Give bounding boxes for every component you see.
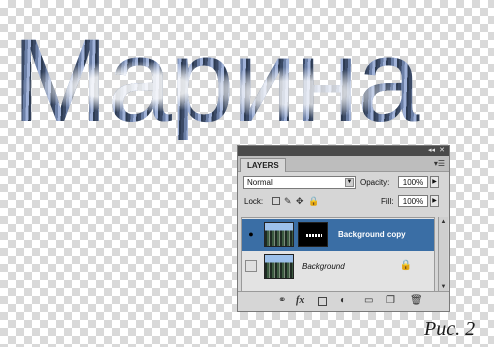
layers-list: ● Background copy Background 🔒 (241, 217, 435, 293)
layer-row-background-copy[interactable]: ● Background copy (242, 219, 434, 251)
add-mask-icon[interactable] (318, 297, 327, 306)
lock-all-icon[interactable]: 🔒 (308, 196, 319, 207)
blend-mode-select[interactable]: Normal ▼ (243, 176, 356, 189)
close-icon[interactable]: ✕ (439, 147, 445, 155)
fill-arrow-icon[interactable]: ▶ (430, 195, 439, 207)
scroll-up-icon[interactable]: ▲ (439, 218, 448, 227)
panel-menu-icon[interactable]: ▾☰ (434, 159, 445, 168)
layer-mask-thumbnail[interactable] (298, 222, 328, 247)
layer-thumbnail (264, 254, 294, 279)
eye-icon[interactable]: ● (245, 228, 257, 240)
opacity-field[interactable]: 100% (398, 176, 428, 188)
lock-icon: 🔒 (399, 260, 412, 271)
layers-scrollbar[interactable]: ▲ ▼ (438, 217, 448, 293)
chevron-down-icon[interactable]: ▼ (345, 178, 354, 187)
fill-label: Fill: (381, 197, 394, 206)
lock-transparent-icon[interactable] (272, 197, 280, 205)
lock-move-icon[interactable]: ✥ (296, 196, 304, 207)
layer-thumbnail (264, 222, 294, 247)
fx-icon[interactable]: fx (296, 295, 304, 307)
opacity-label: Opacity: (360, 178, 390, 187)
adjustment-layer-icon[interactable]: ◐ (340, 295, 346, 307)
new-layer-icon[interactable]: ❐ (386, 295, 395, 307)
canvas-text-layer: Маринa (12, 15, 420, 147)
delete-layer-icon[interactable]: 🗑 (410, 295, 423, 307)
visibility-toggle[interactable] (245, 260, 257, 272)
opacity-arrow-icon[interactable]: ▶ (430, 176, 439, 188)
lock-brush-icon[interactable]: ✎ (284, 196, 292, 207)
layers-bottom-toolbar: ⚭ fx ◐ ▭ ❐ 🗑 (238, 291, 449, 311)
layers-panel: ◂◂ ✕ LAYERS ▾☰ Normal ▼ Opacity: 100% ▶ … (237, 145, 450, 312)
lock-fill-row: Lock: ✎ ✥ 🔒 Fill: 100% ▶ (238, 192, 449, 211)
layer-name: Background (302, 262, 345, 271)
blend-mode-value: Normal (247, 178, 273, 187)
figure-caption: Рис. 2 (424, 318, 476, 340)
collapse-icon[interactable]: ◂◂ (428, 147, 435, 155)
link-layers-icon[interactable]: ⚭ (278, 295, 286, 307)
fill-field[interactable]: 100% (398, 195, 428, 207)
panel-tab-bar: LAYERS ▾☰ (238, 156, 449, 172)
layer-row-background[interactable]: Background 🔒 (242, 251, 434, 283)
lock-label: Lock: (244, 197, 264, 206)
panel-title-bar: ◂◂ ✕ (238, 146, 449, 156)
blend-opacity-row: Normal ▼ Opacity: 100% ▶ (238, 172, 449, 192)
tab-layers[interactable]: LAYERS (240, 158, 286, 172)
layer-name: Background copy (338, 230, 406, 239)
new-group-icon[interactable]: ▭ (364, 295, 373, 307)
